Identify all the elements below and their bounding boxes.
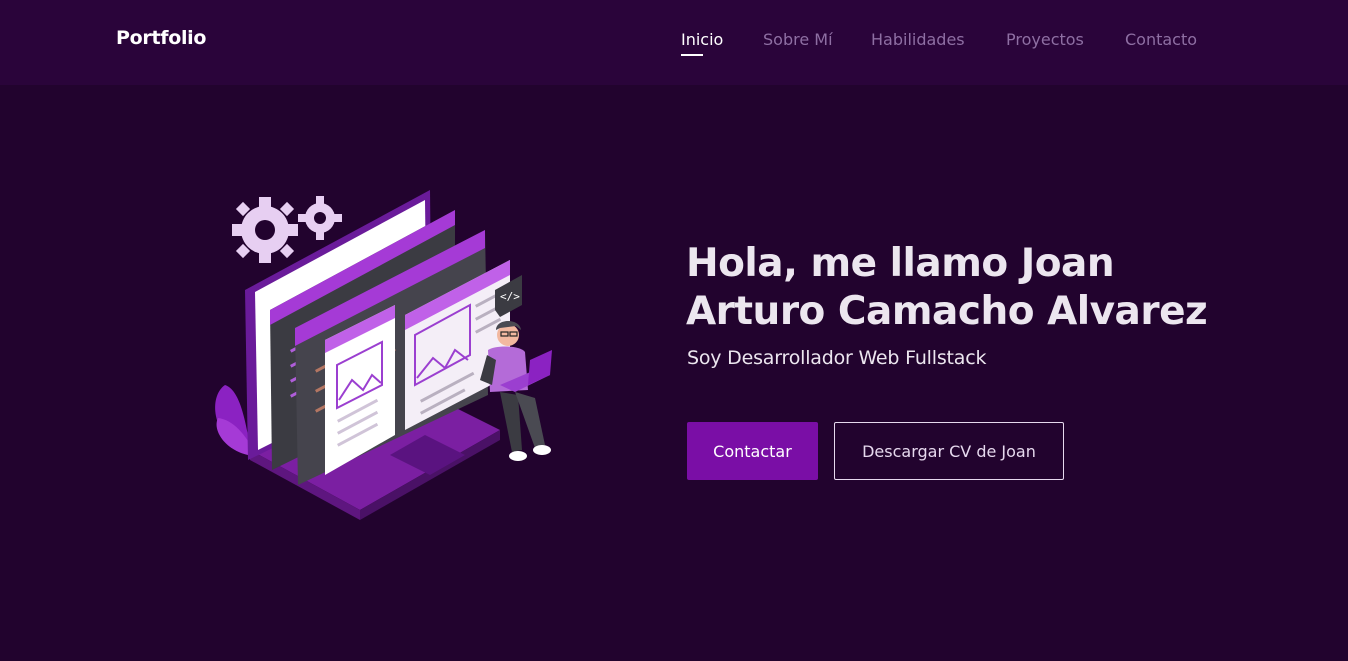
hero-title: Hola, me llamo Joan Arturo Camacho Alvar… bbox=[686, 240, 1246, 336]
contact-button[interactable]: Contactar bbox=[687, 422, 818, 480]
hero-subtitle: Soy Desarrollador Web Fullstack bbox=[687, 347, 987, 369]
gear-icon-small bbox=[298, 196, 342, 240]
hero-title-line2: Arturo Camacho Alvarez bbox=[686, 289, 1208, 334]
developer-illustration: </> bbox=[215, 190, 552, 520]
active-nav-indicator bbox=[681, 54, 703, 56]
gear-icon bbox=[232, 197, 298, 263]
hero-title-line1: Hola, me llamo Joan bbox=[686, 241, 1115, 286]
nav-link-contacto[interactable]: Contacto bbox=[1125, 30, 1197, 49]
svg-text:</>: </> bbox=[500, 290, 520, 303]
nav-link-inicio[interactable]: Inicio bbox=[681, 30, 723, 49]
download-cv-button[interactable]: Descargar CV de Joan bbox=[834, 422, 1064, 480]
nav-link-habilidades[interactable]: Habilidades bbox=[871, 30, 965, 49]
nav-link-sobre-mi[interactable]: Sobre Mí bbox=[763, 30, 833, 49]
nav-link-proyectos[interactable]: Proyectos bbox=[1006, 30, 1084, 49]
navbar: Portfolio Inicio Sobre Mí Habilidades Pr… bbox=[0, 0, 1348, 85]
nav-links: Inicio Sobre Mí Habilidades Proyectos Co… bbox=[0, 30, 1348, 60]
